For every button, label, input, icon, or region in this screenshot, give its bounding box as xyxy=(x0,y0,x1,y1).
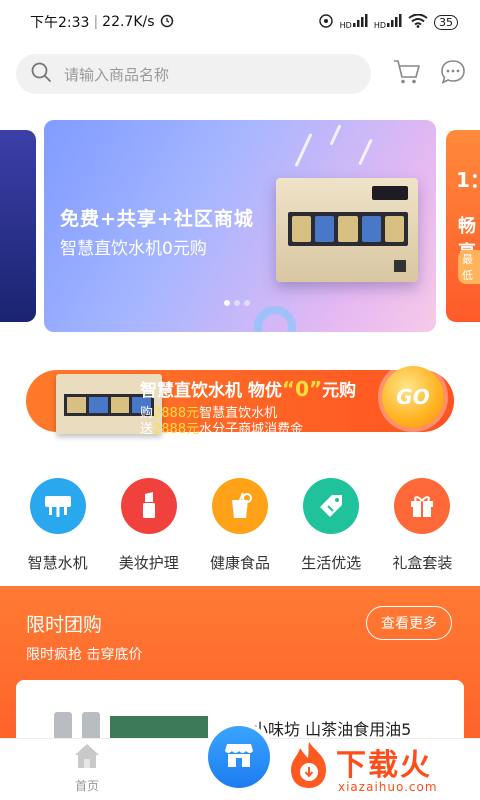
search-placeholder: 请输入商品名称 xyxy=(64,65,170,84)
next-slide-tag: 最低 xyxy=(458,250,480,284)
banner-decoration xyxy=(254,306,296,332)
carousel-dot xyxy=(244,300,250,306)
category-label: 生活优选 xyxy=(301,554,362,572)
search-row: 请输入商品名称 xyxy=(16,54,468,94)
cart-icon xyxy=(393,59,421,89)
tag-icon xyxy=(303,478,360,534)
product-name: 小味坊 山茶油食用油5 xyxy=(252,720,412,739)
hd-label: HD xyxy=(373,20,386,30)
banner-decoration xyxy=(329,124,342,146)
drink-icon xyxy=(212,478,268,534)
battery-indicator: 35 xyxy=(434,14,458,30)
search-icon xyxy=(30,61,52,87)
app-screen: 下午2:33 | 22.7K/s HD HD 35 请输入商品名称 免费+共享+… xyxy=(0,0,480,800)
banner-decoration xyxy=(358,138,373,166)
category-water-purifier[interactable]: 智慧水机 xyxy=(12,478,103,578)
category-label: 健康食品 xyxy=(210,554,271,572)
promo-title: 智慧直饮水机 物优“0”元购 xyxy=(140,376,356,401)
tab-home-label: 首页 xyxy=(74,779,99,793)
promo-title-prefix: 智慧直饮水机 物优 xyxy=(140,381,282,401)
next-slide-text: 1： xyxy=(456,168,480,192)
promo-line-2: 送2888元水分子商城消费金 xyxy=(140,418,303,437)
status-speed: 22.7K/s xyxy=(102,14,155,30)
alarm-icon xyxy=(159,12,175,32)
watermark-logo: 下载火 xiazaihuo.com xyxy=(280,738,476,800)
flash-sale-subtitle: 限时疯抢 击穿底价 xyxy=(26,647,143,663)
store-icon xyxy=(223,740,255,774)
category-gift-box[interactable]: 礼盒套装 xyxy=(377,478,468,578)
promo-banner[interactable]: 智慧直饮水机 物优“0”元购 购2888元智慧直饮水机 送2888元水分子商城消… xyxy=(26,358,456,442)
carousel-indicator xyxy=(224,300,250,306)
banner-subheadline: 智慧直饮水机0元购 xyxy=(60,239,207,259)
banner-next-slide[interactable]: 1： 畅享 最低 xyxy=(446,130,480,322)
status-time: 下午2:33 xyxy=(30,15,90,31)
banner-prev-slide[interactable] xyxy=(0,130,36,322)
category-health-food[interactable]: 健康食品 xyxy=(194,478,285,578)
category-label: 礼盒套装 xyxy=(392,554,453,572)
gift-icon xyxy=(394,478,451,534)
category-life-select[interactable]: 生活优选 xyxy=(286,478,377,578)
promo-text: 水分子商城消费金 xyxy=(199,422,304,437)
banner-decoration xyxy=(294,133,313,167)
wifi-icon xyxy=(408,13,428,31)
watermark-text: 下载火 xyxy=(336,748,432,783)
vibrate-icon xyxy=(318,13,334,32)
promo-title-suffix: 元购 xyxy=(322,381,357,401)
banner-headline: 免费+共享+社区商城 xyxy=(60,208,254,230)
category-label: 智慧水机 xyxy=(27,554,88,572)
promo-text: 送 xyxy=(140,422,154,437)
category-grid: 智慧水机 美妆护理 健康食品 生活优选 礼盒套装 xyxy=(0,478,480,578)
promo-title-zero: “0” xyxy=(281,377,323,401)
water-purifier-image xyxy=(276,178,418,282)
status-bar: 下午2:33 | 22.7K/s HD HD 35 xyxy=(0,0,480,44)
signal-icon-2: HD xyxy=(373,13,402,31)
lipstick-icon xyxy=(120,478,177,534)
flame-logo-icon xyxy=(286,740,332,790)
carousel-dot xyxy=(234,300,240,306)
banner-slide[interactable]: 免费+共享+社区商城 智慧直饮水机0元购 xyxy=(44,120,436,332)
watermark-url: xiazaihuo.com xyxy=(338,780,438,794)
home-icon xyxy=(72,741,102,775)
store-button[interactable] xyxy=(204,722,274,792)
cart-button[interactable] xyxy=(393,59,423,89)
message-button[interactable] xyxy=(438,59,468,89)
promo-price: 2888元 xyxy=(153,422,200,437)
chat-bubble-icon xyxy=(440,59,466,89)
water-purifier-icon xyxy=(29,478,86,534)
flash-sale-title: 限时团购 xyxy=(26,614,103,636)
signal-icon-1: HD xyxy=(339,13,368,31)
category-label: 美妆护理 xyxy=(118,554,179,572)
view-more-button[interactable]: 查看更多 xyxy=(366,606,452,640)
search-input[interactable]: 请输入商品名称 xyxy=(16,54,371,94)
category-beauty[interactable]: 美妆护理 xyxy=(103,478,194,578)
go-button[interactable]: GO xyxy=(382,366,444,428)
carousel-dot xyxy=(224,300,230,306)
hd-label: HD xyxy=(339,20,352,30)
tab-home[interactable]: 首页 xyxy=(52,741,122,794)
